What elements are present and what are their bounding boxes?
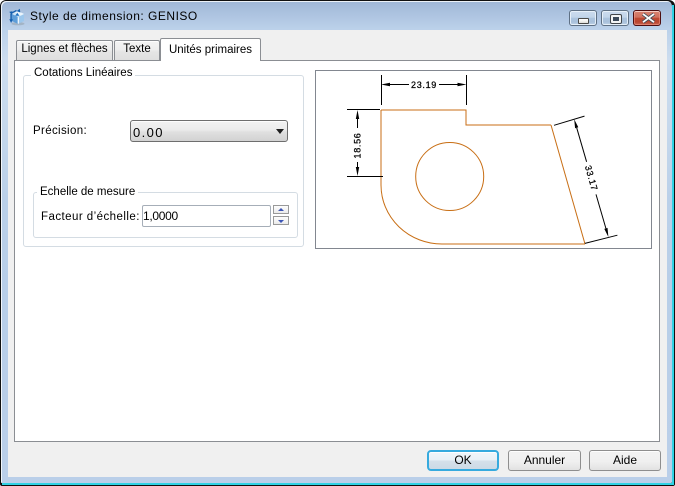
- svg-text:23.19: 23.19: [411, 80, 437, 90]
- svg-text:18.56: 18.56: [353, 132, 363, 158]
